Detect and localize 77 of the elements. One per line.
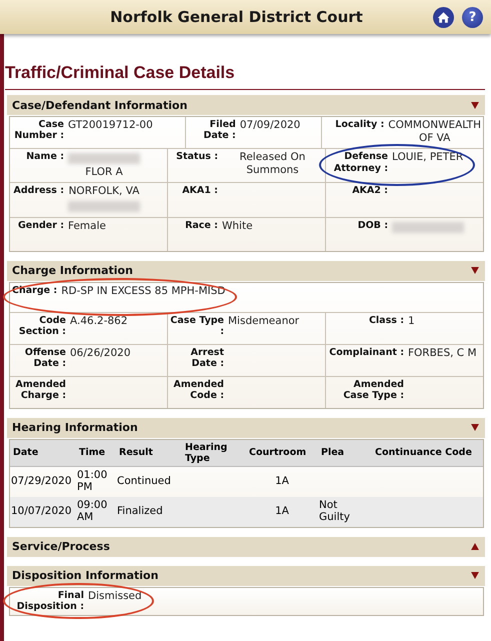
column-header: Courtroom bbox=[246, 440, 318, 466]
table-cell: 07/29/2020 bbox=[11, 474, 72, 487]
collapse-icon[interactable] bbox=[471, 102, 479, 108]
field-label: Amended Case Type : bbox=[342, 378, 404, 402]
section-header[interactable]: Disposition Information bbox=[7, 566, 485, 586]
field-label: Charge : bbox=[12, 284, 58, 296]
field-value: RD-SP IN EXCESS 85 MPH-MISD bbox=[60, 284, 226, 298]
expand-icon[interactable] bbox=[471, 543, 479, 550]
field-label: Case Type : bbox=[170, 314, 224, 338]
field-value: A.46.2-862 bbox=[69, 314, 128, 328]
table-cell: 10/07/2020 bbox=[11, 504, 72, 517]
field-value: Female bbox=[67, 220, 106, 233]
field-value: LOUIE, PETER bbox=[391, 151, 464, 164]
page-title: Traffic/Criminal Case Details bbox=[5, 63, 235, 83]
redacted-text bbox=[392, 222, 464, 232]
site-title: Norfolk General District Court bbox=[109, 8, 364, 26]
field-value: 07/09/2020 bbox=[238, 119, 300, 132]
field-label: Class : bbox=[368, 314, 404, 326]
table-cell: Continued bbox=[117, 474, 171, 487]
section-header[interactable]: Charge Information bbox=[7, 260, 485, 280]
column-header: Time bbox=[76, 440, 116, 466]
column-header: Date bbox=[10, 440, 76, 466]
field-value: Dismissed bbox=[87, 590, 142, 603]
section-title: Service/Process bbox=[12, 540, 111, 553]
field-label: Code Section : bbox=[18, 314, 66, 338]
field-label: Offense Date : bbox=[24, 346, 66, 370]
section-header[interactable]: Case/Defendant Information bbox=[7, 95, 485, 115]
field-value: GT20019712-00 bbox=[67, 119, 153, 132]
table-cell: 1A bbox=[275, 504, 289, 517]
column-header: Result bbox=[116, 440, 182, 466]
field-label: Arrest Date : bbox=[190, 346, 224, 370]
collapse-icon[interactable] bbox=[471, 572, 479, 579]
field-label: Status : bbox=[175, 151, 218, 163]
field-label: Case Number : bbox=[13, 119, 64, 142]
collapse-icon[interactable] bbox=[471, 267, 479, 274]
field-label: AKA1 : bbox=[181, 185, 218, 197]
field-label: Final Disposition : bbox=[16, 590, 84, 612]
field-label: Filed Date : bbox=[202, 119, 236, 142]
field-label: Race : bbox=[184, 220, 218, 231]
field-value: FORBES, C M bbox=[407, 346, 477, 360]
redacted-text bbox=[68, 200, 140, 212]
section-header[interactable]: Service/Process bbox=[7, 536, 485, 556]
table-cell: Not Guilty bbox=[319, 498, 350, 522]
section-title: Disposition Information bbox=[12, 569, 160, 582]
section-title: Hearing Information bbox=[12, 421, 139, 434]
column-header: Plea bbox=[318, 440, 372, 466]
home-icon[interactable] bbox=[433, 6, 454, 28]
field-value: NORFOLK, VA bbox=[68, 185, 140, 198]
help-button[interactable]: ? bbox=[462, 6, 483, 28]
field-value: Released On Summons bbox=[238, 151, 306, 178]
field-value: FLOR A bbox=[84, 166, 123, 180]
field-label: Complainant : bbox=[328, 346, 404, 358]
field-value: 06/26/2020 bbox=[69, 346, 131, 360]
table-cell: 1A bbox=[275, 474, 289, 487]
field-value: Misdemeanor bbox=[227, 314, 300, 328]
column-header: Continuance Code bbox=[372, 440, 483, 466]
field-label: Amended Charge : bbox=[14, 378, 66, 402]
field-label: Amended Code : bbox=[172, 378, 224, 402]
table-cell: 01:00 PM bbox=[77, 468, 108, 492]
field-label: Locality : bbox=[334, 119, 384, 130]
collapse-icon[interactable] bbox=[471, 424, 479, 431]
redacted-text bbox=[68, 153, 140, 164]
field-label: Gender : bbox=[16, 220, 64, 231]
section-header[interactable]: Hearing Information bbox=[7, 418, 485, 438]
field-label: Address : bbox=[12, 185, 64, 197]
section-title: Case/Defendant Information bbox=[12, 98, 188, 112]
table-cell: Finalized bbox=[117, 504, 163, 517]
field-label: AKA2 : bbox=[351, 185, 388, 197]
field-value: White bbox=[221, 220, 253, 233]
field-label: DOB : bbox=[356, 220, 388, 231]
column-header: Hearing Type bbox=[182, 440, 246, 466]
field-label: Defense Attorney : bbox=[332, 151, 388, 174]
field-value: 1 bbox=[407, 314, 415, 328]
section-title: Charge Information bbox=[12, 264, 134, 277]
field-value: COMMONWEALTH OF VA bbox=[387, 119, 481, 146]
table-cell: 09:00 AM bbox=[77, 498, 108, 522]
field-label: Name : bbox=[25, 151, 64, 163]
